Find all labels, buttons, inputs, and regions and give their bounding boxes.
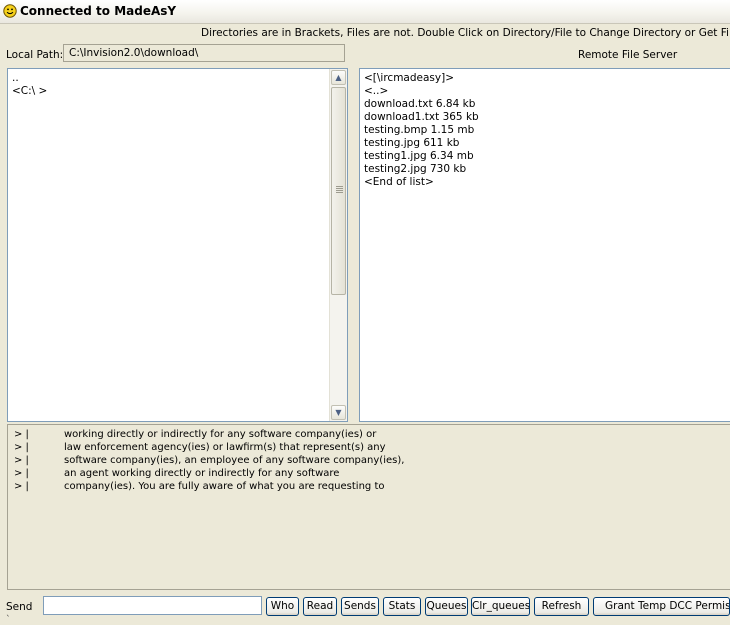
send-input[interactable] [43, 596, 262, 615]
grip-icon [336, 186, 343, 194]
log-line: > | working directly or indirectly for an… [14, 429, 377, 440]
clr-queues-button[interactable]: Clr_queues [471, 597, 530, 616]
scrollbar-thumb[interactable] [331, 87, 346, 295]
instructions-text: Directories are in Brackets, Files are n… [201, 27, 730, 39]
list-item[interactable]: <C:\ > [12, 85, 47, 98]
local-list-scrollbar[interactable]: ▲ ▼ [329, 69, 347, 421]
list-item[interactable]: testing.jpg 611 kb [364, 137, 479, 150]
title-bar: Connected to MadeAsY [0, 0, 730, 24]
log-line: > | software company(ies), an employee of… [14, 455, 405, 466]
list-item[interactable]: <End of list> [364, 176, 479, 189]
log-line: > | an agent working directly or indirect… [14, 468, 340, 479]
remote-file-server-label: Remote File Server [578, 49, 678, 61]
list-item[interactable]: testing.bmp 1.15 mb [364, 124, 479, 137]
log-line: > | company(ies). You are fully aware of … [14, 481, 385, 492]
sends-button[interactable]: Sends [341, 597, 379, 616]
list-item[interactable]: download.txt 6.84 kb [364, 98, 479, 111]
local-file-list[interactable]: .. <C:\ > ▲ ▼ [7, 68, 348, 422]
send-label: Send [6, 601, 33, 613]
list-item[interactable]: testing1.jpg 6.34 mb [364, 150, 479, 163]
window-title: Connected to MadeAsY [20, 4, 177, 18]
list-item[interactable]: .. [12, 72, 47, 85]
local-path-label: Local Path: [6, 49, 64, 61]
read-button[interactable]: Read [303, 597, 337, 616]
smiley-icon [3, 4, 17, 18]
remote-file-list[interactable]: <[\ircmadeasy]> <..> download.txt 6.84 k… [359, 68, 730, 422]
queues-button[interactable]: Queues [425, 597, 468, 616]
stats-button[interactable]: Stats [383, 597, 421, 616]
message-log[interactable]: > | working directly or indirectly for an… [7, 424, 730, 590]
refresh-button[interactable]: Refresh [534, 597, 589, 616]
list-item[interactable]: testing2.jpg 730 kb [364, 163, 479, 176]
local-path-field[interactable]: C:\Invision2.0\download\ [63, 44, 345, 62]
list-item[interactable]: <[\ircmadeasy]> [364, 72, 479, 85]
scroll-up-icon[interactable]: ▲ [331, 70, 346, 85]
scroll-down-icon[interactable]: ▼ [331, 405, 346, 420]
log-line: > | law enforcement agency(ies) or lawfir… [14, 442, 386, 453]
grant-temp-dcc-permission-button[interactable]: Grant Temp DCC Permission [593, 597, 730, 616]
who-button[interactable]: Who [266, 597, 299, 616]
list-item[interactable]: <..> [364, 85, 479, 98]
list-item[interactable]: download1.txt 365 kb [364, 111, 479, 124]
